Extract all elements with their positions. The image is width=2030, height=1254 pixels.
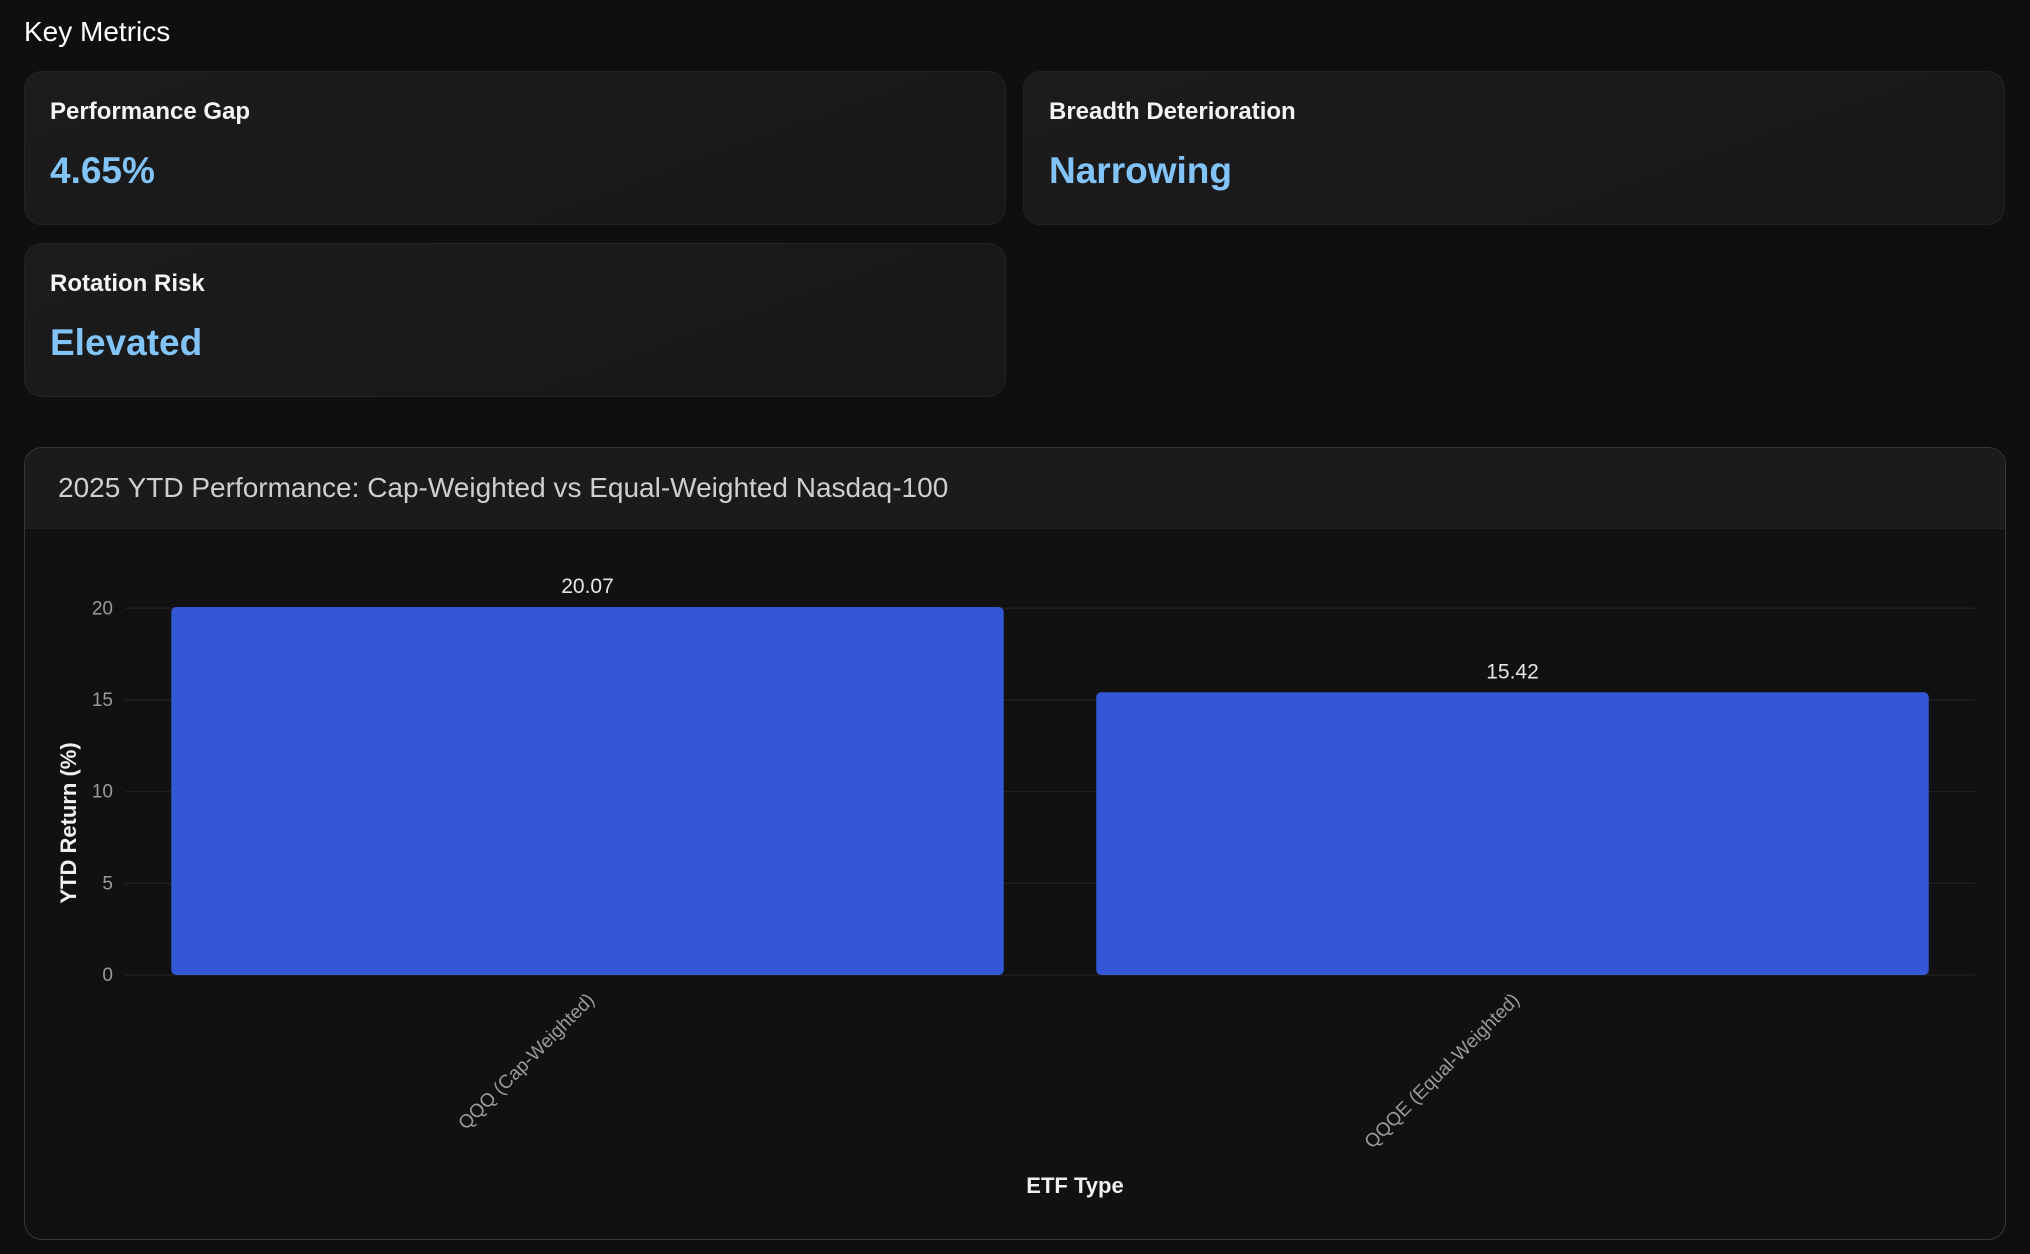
x-axis-title: ETF Type — [1026, 1173, 1123, 1198]
chart-panel: 0 5 10 15 20 20.07 QQQ (Cap-Weighted) 15.42 QQQE… — [24, 447, 2006, 1240]
metric-value: Elevated — [50, 322, 203, 363]
page: Key Metrics Performance Gap 4.65% Breadt… — [0, 0, 2030, 1254]
x-tick-label: QQQ (Cap-Weighted) — [455, 990, 600, 1135]
y-tick-label: 15 — [92, 690, 113, 711]
metric-label: Breadth Deterioration — [1049, 98, 1296, 125]
metric-card-breadth-deterioration: Breadth Deterioration Narrowing — [1023, 71, 2005, 225]
y-tick-label: 20 — [92, 598, 113, 619]
bar — [171, 607, 1004, 975]
y-tick-label: 5 — [102, 873, 113, 894]
bar-value-label: 15.42 — [1486, 660, 1539, 683]
metric-label: Performance Gap — [50, 98, 251, 125]
metric-value: Narrowing — [1049, 150, 1232, 191]
bar-value-label: 20.07 — [561, 575, 614, 598]
metric-card-performance-gap: Performance Gap 4.65% — [24, 71, 1006, 225]
chart-title: 2025 YTD Performance: Cap-Weighted vs Eq… — [58, 472, 949, 503]
y-axis-title: YTD Return (%) — [56, 742, 81, 903]
metric-label: Rotation Risk — [50, 270, 205, 297]
chart-header: 2025 YTD Performance: Cap-Weighted vs Eq… — [25, 448, 2005, 529]
bar — [1096, 692, 1929, 975]
metric-value: 4.65% — [50, 150, 155, 191]
y-tick-label: 10 — [92, 782, 113, 803]
y-tick-label: 0 — [102, 965, 113, 986]
section-title: Key Metrics — [24, 16, 171, 47]
metric-card-rotation-risk: Rotation Risk Elevated — [24, 243, 1006, 397]
bar-chart[interactable]: 0 5 10 15 20 20.07 QQQ (Cap-Weighted) 15.42 QQQE… — [25, 448, 2006, 1240]
x-tick-label: QQQE (Equal-Weighted) — [1361, 990, 1524, 1153]
